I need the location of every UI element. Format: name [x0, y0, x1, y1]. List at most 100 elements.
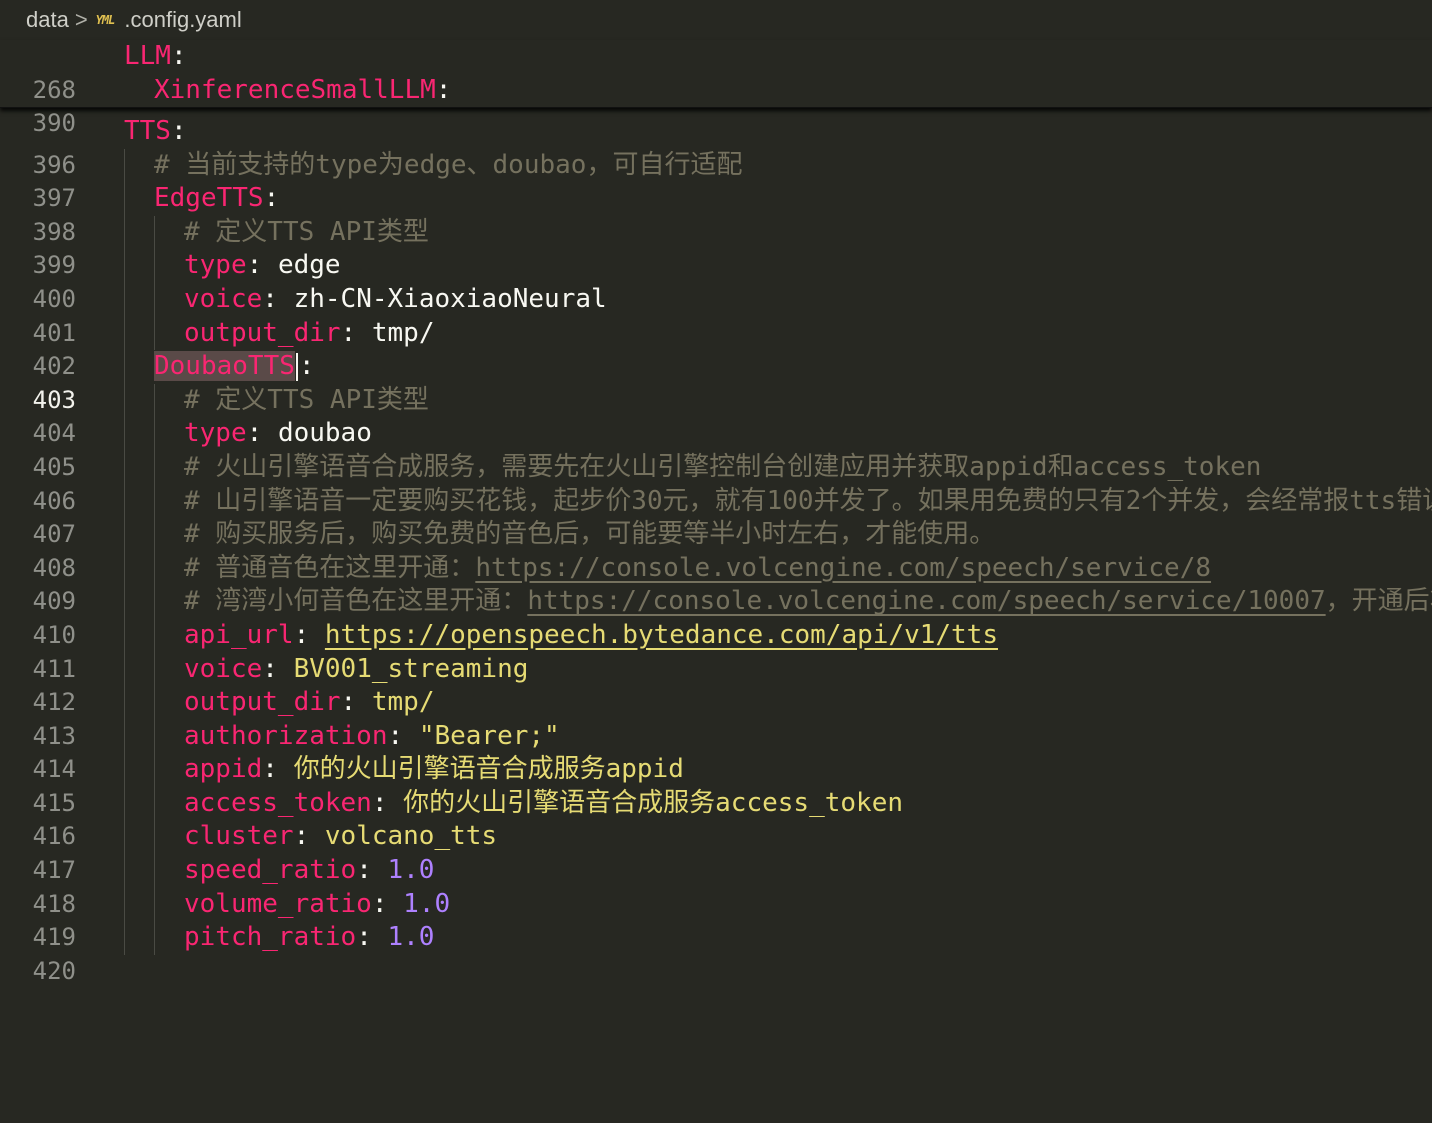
indent-guide — [124, 618, 125, 653]
code-line[interactable]: 417 cluster: volcano_tts — [0, 820, 1432, 884]
yaml-key: EdgeTTS — [154, 183, 264, 214]
indent-guide — [124, 182, 125, 216]
comment-link[interactable]: https://console.volcengine.com/speech/se… — [475, 553, 1211, 583]
yaml-key: type — [184, 418, 247, 449]
indent-guide — [154, 383, 155, 418]
code-line[interactable]: 401 voice: zh-CN-XiaoxiaoNeural — [0, 282, 1432, 347]
code-line[interactable]: 413 output_dir: tmp/ — [0, 686, 1432, 750]
url-link[interactable]: https://openspeech.bytedance.com/api/v1/… — [325, 620, 998, 650]
indent-guide — [154, 753, 155, 787]
indent-guide — [124, 350, 125, 384]
yaml-key: voice — [184, 653, 263, 684]
yaml-value: 你的火山引擎语音合成服务access_token — [403, 787, 903, 818]
yaml-value: 你的火山引擎语音合成服务appid — [293, 754, 684, 785]
indent-guide — [154, 652, 155, 687]
yaml-comment: ，开通后将下 — [1325, 586, 1432, 617]
code-line[interactable]: 397 # 当前支持的type为edge、doubao，可自行适配 — [0, 148, 1432, 212]
code-line[interactable]: 408 # 购买服务后，购买免费的音色后，可能要等半小时左右，才能使用。 — [0, 518, 1432, 582]
code-line[interactable]: 412 voice: BV001_streaming — [0, 652, 1432, 716]
yaml-value: edge — [277, 250, 341, 281]
sticky-line[interactable]: 268 LLM: — [0, 40, 1432, 104]
indent-guide — [124, 854, 125, 888]
indent-guide — [154, 316, 155, 351]
yaml-key: api_url — [184, 619, 294, 650]
code-line[interactable]: 402 output_dir: tmp/ — [0, 316, 1432, 380]
selected-yaml-key: DoubaoTTS — [154, 351, 295, 382]
code-line[interactable]: 406 # 火山引擎语音合成服务，需要先在火山引擎控制台创建应用并获取appid… — [0, 450, 1432, 515]
breadcrumb: data > YML .config.yaml — [0, 0, 1432, 40]
code-line[interactable]: 419 volume_ratio: 1.0 — [0, 887, 1432, 951]
indent-guide — [154, 484, 155, 519]
indent-guide — [154, 887, 155, 922]
sticky-scroll-header[interactable]: 268 LLM: 390 XinferenceSmallLLM: — [0, 40, 1432, 138]
yaml-value: volcano_tts — [324, 821, 498, 852]
indent-guide — [154, 417, 155, 451]
indent-guide — [154, 786, 155, 821]
yaml-comment: # 购买服务后，购买免费的音色后，可能要等半小时左右，才能使用。 — [184, 519, 996, 550]
code-line[interactable]: 398 EdgeTTS: — [0, 182, 1432, 246]
text-cursor — [295, 352, 298, 381]
indent-guide — [154, 719, 155, 754]
indent-guide — [124, 585, 125, 619]
code-line[interactable]: 409 # 普通音色在这里开通：https://console.volcengi… — [0, 551, 1432, 615]
code-line[interactable]: 400 type: edge — [0, 249, 1432, 313]
line-number: 390 — [32, 109, 76, 137]
yaml-key: voice — [184, 283, 263, 314]
indent-guide — [154, 618, 155, 653]
code-line[interactable]: 411 api_url: https://openspeech.bytedanc… — [0, 618, 1432, 683]
yaml-key: cluster — [184, 821, 294, 852]
yaml-comment: # 山引擎语音一定要购买花钱，起步价30元，就有100并发了。如果用免费的只有2… — [184, 485, 1432, 516]
indent-guide — [154, 215, 155, 250]
line-number: 420 — [32, 956, 76, 985]
code-line-active[interactable]: 403 DoubaoTTS: — [0, 350, 1432, 414]
yaml-key: authorization — [184, 720, 388, 751]
code-line[interactable]: 399 # 定义TTS API类型 — [0, 215, 1432, 279]
yaml-value: BV001_streaming — [293, 653, 529, 684]
indent-guide — [124, 719, 125, 754]
breadcrumb-file[interactable]: .config.yaml — [124, 7, 241, 33]
yaml-comment: # 火山引擎语音合成服务，需要先在火山引擎控制台创建应用并获取appid和acc… — [184, 451, 1262, 482]
code-line[interactable]: 410 # 湾湾小何音色在这里开通：https://console.volcen… — [0, 585, 1432, 649]
indent-guide — [124, 249, 125, 283]
yaml-comment: # 定义TTS API类型 — [184, 384, 429, 415]
yaml-comment: # 普通音色在这里开通： — [184, 552, 476, 583]
code-line[interactable]: 396 TTS: — [0, 115, 1432, 179]
code-line[interactable]: 405 type: doubao — [0, 417, 1432, 481]
code-line[interactable]: 416 access_token: 你的火山引擎语音合成服务access_tok… — [0, 786, 1432, 850]
indent-guide — [124, 686, 125, 720]
breadcrumb-folder[interactable]: data — [26, 7, 69, 33]
indent-guide — [154, 854, 155, 888]
indent-guide — [154, 686, 155, 720]
indent-guide — [124, 282, 125, 317]
code-line[interactable]: 407 # 山引擎语音一定要购买花钱，起步价30元，就有100并发了。如果用免费… — [0, 484, 1432, 548]
code-line[interactable]: 404 # 定义TTS API类型 — [0, 383, 1432, 447]
indent-guide — [154, 921, 155, 955]
code-line[interactable]: 420 pitch_ratio: 1.0 — [0, 921, 1432, 985]
indent-guide — [124, 518, 125, 552]
yaml-key: LLM — [124, 41, 171, 71]
code-line[interactable]: 418 speed_ratio: 1.0 — [0, 854, 1432, 918]
code-line[interactable]: 414 authorization: "Bearer;" — [0, 719, 1432, 783]
yaml-number: 1.0 — [387, 922, 435, 953]
indent-guide — [124, 786, 125, 821]
indent-guide — [154, 585, 155, 619]
code-line[interactable]: 415 appid: 你的火山引擎语音合成服务appid — [0, 753, 1432, 817]
yaml-key: volume_ratio — [184, 888, 372, 919]
yaml-key: TTS — [124, 116, 171, 146]
code-editor[interactable]: 396 TTS: 397 # 当前支持的type为edge、doubao，可自行… — [0, 115, 1432, 985]
sticky-line[interactable]: 390 XinferenceSmallLLM: — [0, 74, 1432, 138]
indent-guide — [154, 450, 155, 485]
yaml-value: tmp/ — [371, 687, 435, 718]
yaml-key: appid — [184, 754, 263, 785]
yaml-key: type — [184, 250, 247, 281]
yaml-comment: # 当前支持的type为edge、doubao，可自行适配 — [154, 149, 743, 180]
comment-link[interactable]: https://console.volcengine.com/speech/se… — [527, 586, 1325, 616]
indent-guide — [124, 148, 125, 183]
indent-guide — [154, 518, 155, 552]
indent-guide — [124, 820, 125, 855]
indent-guide — [124, 753, 125, 787]
yaml-value: doubao — [277, 418, 372, 449]
indent-guide — [124, 316, 125, 351]
yaml-number: 1.0 — [387, 855, 435, 886]
yaml-key: pitch_ratio — [184, 922, 357, 953]
